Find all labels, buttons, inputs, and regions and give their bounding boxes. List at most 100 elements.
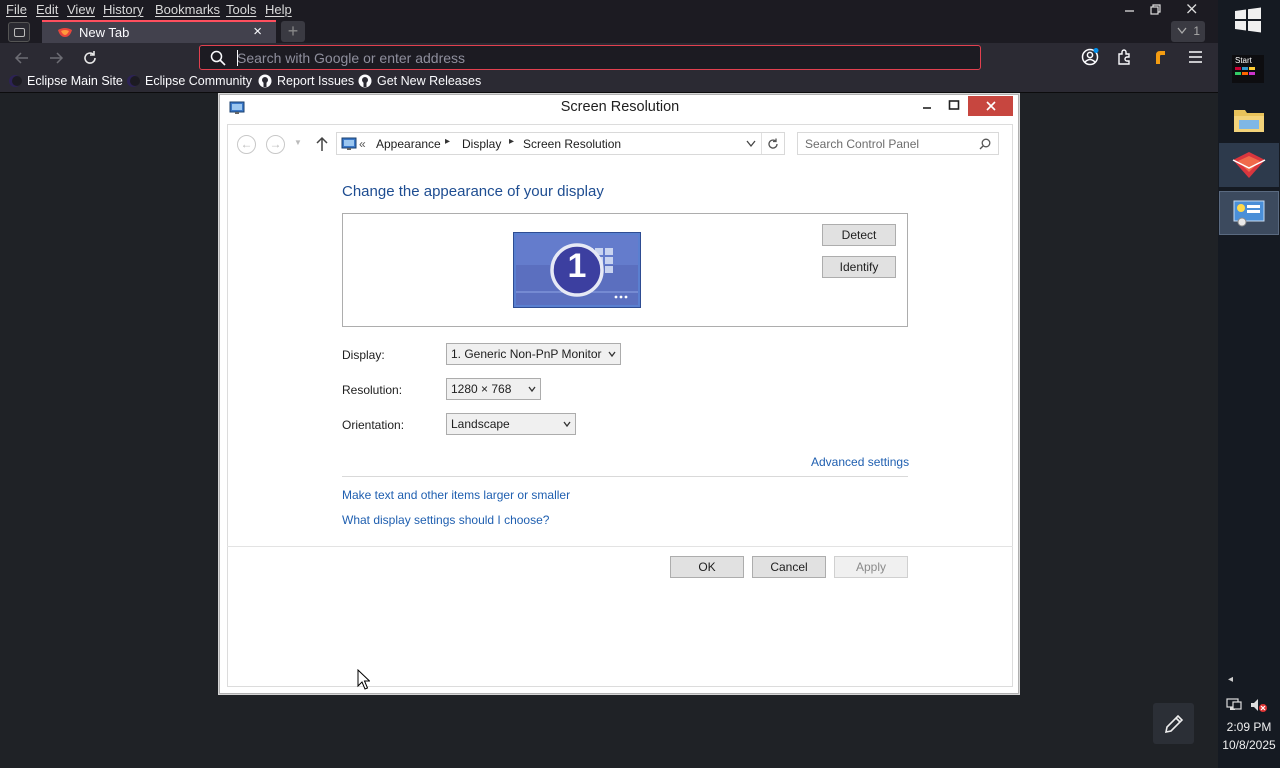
restore-window-button[interactable] (1150, 0, 1164, 20)
taskbar-item-firefox[interactable] (1219, 143, 1279, 187)
clock-date: 10/8/2025 (1222, 738, 1276, 752)
chevron-down-icon (563, 421, 571, 428)
app-menu-button[interactable] (1186, 47, 1206, 67)
section-divider (342, 476, 908, 477)
chevron-down-icon[interactable] (746, 140, 756, 148)
breadcrumb[interactable]: « Appearance ▸ Display ▸ Screen Resoluti… (336, 132, 785, 155)
tabs-icon (14, 28, 25, 37)
browser-app-icon (1232, 152, 1266, 178)
address-bar[interactable] (199, 45, 981, 70)
dialog-close-button[interactable] (968, 96, 1013, 116)
forward-button[interactable] (46, 48, 66, 68)
speaker-muted-icon (1251, 699, 1267, 712)
hamburger-menu-icon (1189, 51, 1202, 63)
cancel-button[interactable]: Cancel (752, 556, 826, 578)
window-title: Screen Resolution (560, 99, 680, 115)
puzzle-icon (1118, 49, 1130, 65)
breadcrumb-separator-icon[interactable]: ▸ (509, 136, 514, 147)
eclipse-icon (9, 75, 22, 87)
refresh-icon[interactable] (767, 138, 779, 150)
tab-new-tab[interactable]: New Tab × (42, 20, 276, 43)
address-input[interactable] (237, 49, 957, 67)
control-panel-search[interactable] (797, 132, 999, 155)
volume-tray-icon[interactable] (1250, 697, 1268, 716)
dialog-maximize-button[interactable] (944, 96, 964, 116)
bookmark-label: Eclipse Main Site (27, 74, 123, 88)
forward-arrow-icon (50, 52, 64, 64)
bookmark-label: Report Issues (277, 74, 355, 88)
identify-button[interactable]: Identify (822, 256, 896, 278)
extensions-button[interactable] (1115, 47, 1135, 67)
display-select[interactable]: 1. Generic Non-PnP Monitor (446, 343, 621, 365)
github-icon (258, 74, 272, 88)
taskbar-item-start-menu[interactable]: Start (1219, 50, 1279, 94)
display-value: 1. Generic Non-PnP Monitor (451, 347, 602, 361)
pencil-icon (1164, 714, 1184, 734)
close-icon (985, 101, 996, 111)
eclipse-icon (127, 75, 140, 87)
advanced-settings-link[interactable]: Advanced settings (811, 455, 909, 469)
detect-button[interactable]: Detect (822, 224, 896, 246)
tab-count: 1 (1193, 24, 1201, 38)
taskbar-item-control-panel[interactable] (1219, 191, 1279, 235)
network-tray-icon[interactable] (1226, 697, 1242, 716)
menu-bookmarks[interactable]: Bookmarks (155, 2, 220, 17)
new-tab-button[interactable]: + (281, 21, 305, 42)
tab-list-button[interactable]: 1 (1171, 21, 1205, 42)
menu-history[interactable]: History (103, 2, 143, 17)
bookmark-eclipse-main[interactable]: Eclipse Main Site (8, 74, 123, 88)
menu-file[interactable]: File (6, 2, 27, 17)
close-window-button[interactable] (1186, 0, 1200, 20)
browser-menubar: File Edit View History Bookmarks Tools H… (0, 0, 1218, 20)
monitor-number: 1 (567, 247, 587, 285)
close-icon (1187, 4, 1197, 14)
monitor-preview-area: 1 Detect Identify (342, 213, 908, 327)
resolution-select[interactable]: 1280 × 768 (446, 378, 541, 400)
explorer-back-button[interactable]: ← (237, 135, 256, 154)
system-clock[interactable]: 2:09 PM 10/8/2025 (1218, 718, 1280, 754)
back-button[interactable] (12, 48, 32, 68)
dialog-minimize-button[interactable] (917, 96, 937, 116)
chevron-down-icon (608, 351, 616, 358)
menu-tools[interactable]: Tools (226, 2, 256, 17)
account-button[interactable] (1080, 47, 1100, 67)
up-level-button[interactable] (315, 136, 329, 155)
tab-close-icon[interactable]: × (253, 23, 262, 40)
apply-button[interactable]: Apply (834, 556, 908, 578)
tab-overview-button[interactable] (8, 22, 30, 42)
recent-locations-dropdown[interactable]: ▼ (294, 138, 302, 147)
display-settings-help-link[interactable]: What display settings should I choose? (342, 513, 549, 527)
search-icon[interactable] (979, 138, 991, 150)
bookmark-eclipse-community[interactable]: Eclipse Community (126, 74, 252, 88)
taskbar-item-file-explorer[interactable] (1219, 97, 1279, 141)
breadcrumb-screen-resolution[interactable]: Screen Resolution (523, 137, 621, 151)
pen-annotation-button[interactable] (1153, 703, 1194, 744)
explorer-forward-button[interactable]: → (266, 135, 285, 154)
divider (761, 133, 762, 154)
addon-button[interactable] (1150, 47, 1170, 67)
reload-button[interactable] (80, 48, 100, 68)
taskbar: Start ◂ (1218, 0, 1280, 768)
windows-start-button[interactable] (1234, 7, 1262, 36)
menu-view[interactable]: View (67, 2, 95, 17)
bookmark-label: Eclipse Community (145, 74, 252, 88)
orientation-select[interactable]: Landscape (446, 413, 576, 435)
bookmark-label: Get New Releases (377, 74, 482, 88)
mouse-cursor-icon (357, 669, 370, 690)
minimize-window-button[interactable] (1124, 0, 1138, 20)
search-input[interactable] (805, 136, 975, 152)
breadcrumb-appearance[interactable]: Appearance (376, 137, 441, 151)
menu-edit[interactable]: Edit (36, 2, 58, 17)
resolution-label: Resolution: (342, 383, 403, 397)
breadcrumb-separator-icon[interactable]: ▸ (445, 136, 450, 147)
network-icon (1226, 698, 1242, 710)
text-size-link[interactable]: Make text and other items larger or smal… (342, 488, 570, 502)
bookmark-report-issues[interactable]: Report Issues (258, 74, 354, 88)
menu-help[interactable]: Help (265, 2, 292, 17)
ok-button[interactable]: OK (670, 556, 744, 578)
breadcrumb-display[interactable]: Display (462, 137, 501, 151)
breadcrumb-overflow[interactable]: « (359, 137, 366, 151)
tray-expand-icon[interactable]: ◂ (1228, 674, 1233, 685)
text-caret (237, 50, 238, 66)
bookmark-get-new-releases[interactable]: Get New Releases (358, 74, 481, 88)
